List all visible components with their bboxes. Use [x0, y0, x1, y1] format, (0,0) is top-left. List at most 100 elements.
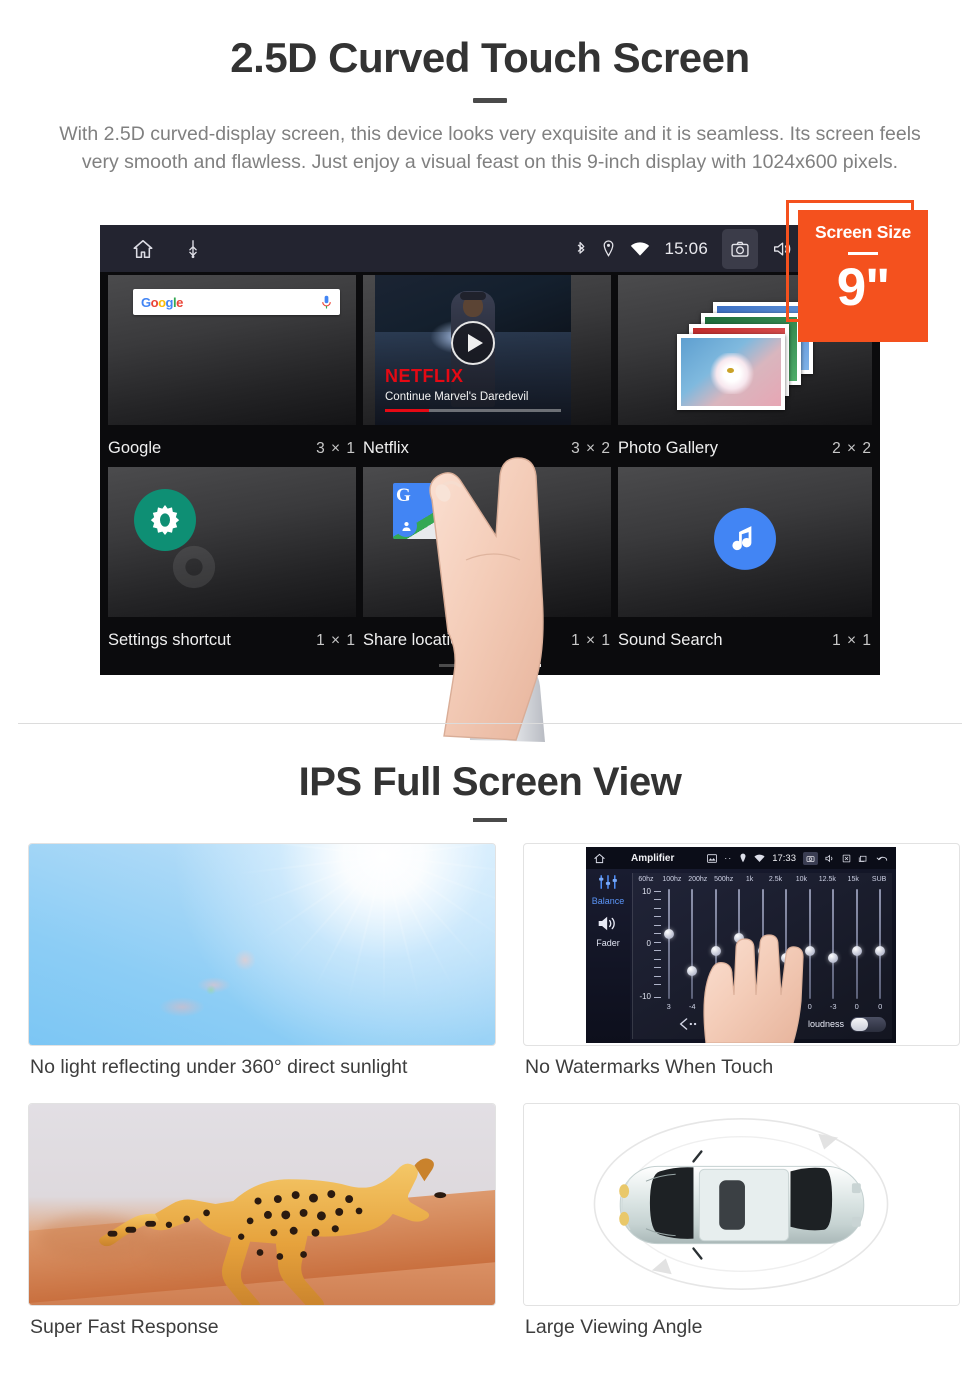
widget-row-one: Google Google 3 × 1 NETFLIX Continue Mar…	[100, 275, 880, 460]
mic-icon[interactable]	[321, 295, 332, 310]
feature-image-car	[523, 1103, 960, 1306]
widget-label-row-google: Google 3 × 1	[108, 439, 356, 458]
play-icon[interactable]	[451, 321, 495, 365]
photo-card-blossom	[677, 334, 785, 410]
page-dot-1[interactable]	[439, 664, 465, 667]
feature-cell-viewing-angle: Large Viewing Angle	[523, 1103, 960, 1338]
google-g-letter: G	[396, 485, 411, 506]
widget-name-sound-search: Sound Search	[618, 631, 723, 649]
section-one-description: With 2.5D curved-display screen, this de…	[59, 123, 921, 173]
widget-thumb-google: Google	[108, 275, 356, 425]
widget-thumb-share-location: G	[363, 467, 611, 617]
feature-cell-sunlight: No light reflecting under 360° direct su…	[28, 843, 496, 1078]
status-bar-left-icons	[100, 238, 204, 260]
hand-over-equalizer	[703, 934, 804, 1043]
screen-size-value: 9"	[836, 258, 891, 317]
feature-caption-sunlight: No light reflecting under 360° direct su…	[30, 1056, 408, 1078]
sun-ray	[384, 855, 495, 876]
google-search-bar[interactable]: Google	[133, 289, 340, 315]
widget-size-netflix: 3 × 2	[571, 439, 611, 457]
sun-ray	[243, 844, 385, 857]
feature-image-cheetah	[28, 1103, 496, 1306]
netflix-subtitle: Continue Marvel's Daredevil	[385, 391, 529, 403]
widget-item-sound-search[interactable]: Sound Search 1 × 1	[618, 467, 872, 652]
usb-icon[interactable]	[182, 238, 204, 260]
person-pin-icon	[395, 515, 417, 537]
section-divider	[18, 723, 962, 724]
screen-size-label: Screen Size	[814, 222, 912, 242]
netflix-progress-fill	[385, 409, 429, 412]
widget-size-share-location: 1 × 1	[571, 631, 611, 649]
widget-size-photo-gallery: 2 × 2	[832, 439, 872, 457]
widget-name-settings-shortcut: Settings shortcut	[108, 631, 231, 649]
title-underline-rule	[473, 98, 507, 103]
music-note-icon	[732, 526, 752, 551]
page-dot-2[interactable]	[477, 664, 503, 667]
widget-size-settings-shortcut: 1 × 1	[316, 631, 356, 649]
widget-item-netflix[interactable]: NETFLIX Continue Marvel's Daredevil Netf…	[363, 275, 611, 460]
section-two-title: IPS Full Screen View	[298, 760, 682, 804]
cheetah-silhouette	[99, 1158, 447, 1305]
widget-item-google[interactable]: Google Google 3 × 1	[108, 275, 356, 460]
feature-cell-watermarks: Amplifier ·· 17:33 Balance Fader 60hz 10…	[523, 843, 960, 1078]
android-widget-picker-screenshot: 15:06 Google Google 3 × 1 NETFLIX Contin…	[100, 225, 880, 675]
settings-gear-icon	[150, 505, 180, 535]
person-icon	[401, 521, 411, 531]
widget-name-netflix: Netflix	[363, 439, 409, 457]
widget-row-two: Settings shortcut 1 × 1 G Share location…	[100, 467, 880, 652]
lens-flare-3	[159, 996, 206, 1017]
netflix-progress-track	[385, 409, 561, 412]
widget-grid: Google Google 3 × 1 NETFLIX Continue Mar…	[100, 272, 880, 675]
settings-gear-badge	[134, 489, 196, 551]
widget-label-row-share-location: Share location 1 × 1	[363, 631, 611, 650]
sun-ray	[235, 844, 385, 858]
widget-name-photo-gallery: Photo Gallery	[618, 439, 718, 457]
blue-sky-sun-glare-image	[29, 844, 495, 1045]
widget-thumb-settings	[108, 467, 356, 617]
location-icon	[604, 240, 614, 257]
widget-item-share-location[interactable]: G Share location 1 × 1	[363, 467, 611, 652]
lens-flare-1	[234, 948, 257, 971]
widget-label-row-sound-search: Sound Search 1 × 1	[618, 631, 872, 650]
netflix-character-hat	[460, 292, 486, 300]
widget-thumb-sound-search	[618, 467, 872, 617]
feature-caption-viewing-angle: Large Viewing Angle	[525, 1316, 703, 1338]
sound-search-badge	[714, 507, 776, 570]
feature-cell-fast-response: Super Fast Response	[28, 1103, 496, 1338]
widget-name-share-location: Share location	[363, 631, 469, 649]
car-rotation-diagram	[593, 1118, 889, 1290]
feature-caption-fast-response: Super Fast Response	[30, 1316, 219, 1338]
car-top-view-image	[524, 1104, 959, 1305]
feature-caption-watermarks: No Watermarks When Touch	[525, 1056, 774, 1078]
status-bar-clock: 15:06	[664, 238, 708, 258]
widget-name-google: Google	[108, 439, 162, 457]
widget-size-sound-search: 1 × 1	[832, 631, 872, 649]
running-cheetah-image	[29, 1104, 495, 1305]
widget-label-row-settings: Settings shortcut 1 × 1	[108, 631, 356, 650]
product-detail-page: 2.5D Curved Touch Screen With 2.5D curve…	[0, 0, 980, 1394]
wifi-icon	[631, 241, 650, 256]
netflix-logo: NETFLIX	[385, 366, 464, 386]
bluetooth-icon	[578, 241, 585, 254]
feature-image-amplifier: Amplifier ·· 17:33 Balance Fader 60hz 10…	[523, 843, 960, 1046]
netflix-preview: NETFLIX Continue Marvel's Daredevil	[375, 275, 571, 425]
page-dot-3[interactable]	[515, 664, 541, 667]
android-status-bar: 15:06	[100, 225, 880, 272]
section-one-title: 2.5D Curved Touch Screen	[230, 34, 750, 81]
camera-button[interactable]	[722, 228, 758, 269]
screen-size-badge-rule	[848, 252, 878, 255]
widget-item-settings-shortcut[interactable]: Settings shortcut 1 × 1	[108, 467, 356, 652]
feature-image-sunlight	[28, 843, 496, 1046]
sun-ray	[383, 856, 386, 1007]
screen-size-badge: Screen Size 9"	[798, 210, 928, 342]
widget-label-row-photo-gallery: Photo Gallery 2 × 2	[618, 439, 872, 458]
widget-size-google: 3 × 1	[316, 439, 356, 457]
amplifier-screen: Amplifier ·· 17:33 Balance Fader 60hz 10…	[586, 847, 896, 1043]
home-icon[interactable]	[132, 238, 154, 260]
google-logo: Google	[141, 294, 183, 310]
section-two-underline-rule	[473, 818, 507, 822]
lens-flare-4	[206, 984, 217, 995]
camera-icon	[731, 241, 749, 257]
google-maps-icon: G	[393, 483, 449, 539]
page-indicator[interactable]	[100, 664, 880, 667]
